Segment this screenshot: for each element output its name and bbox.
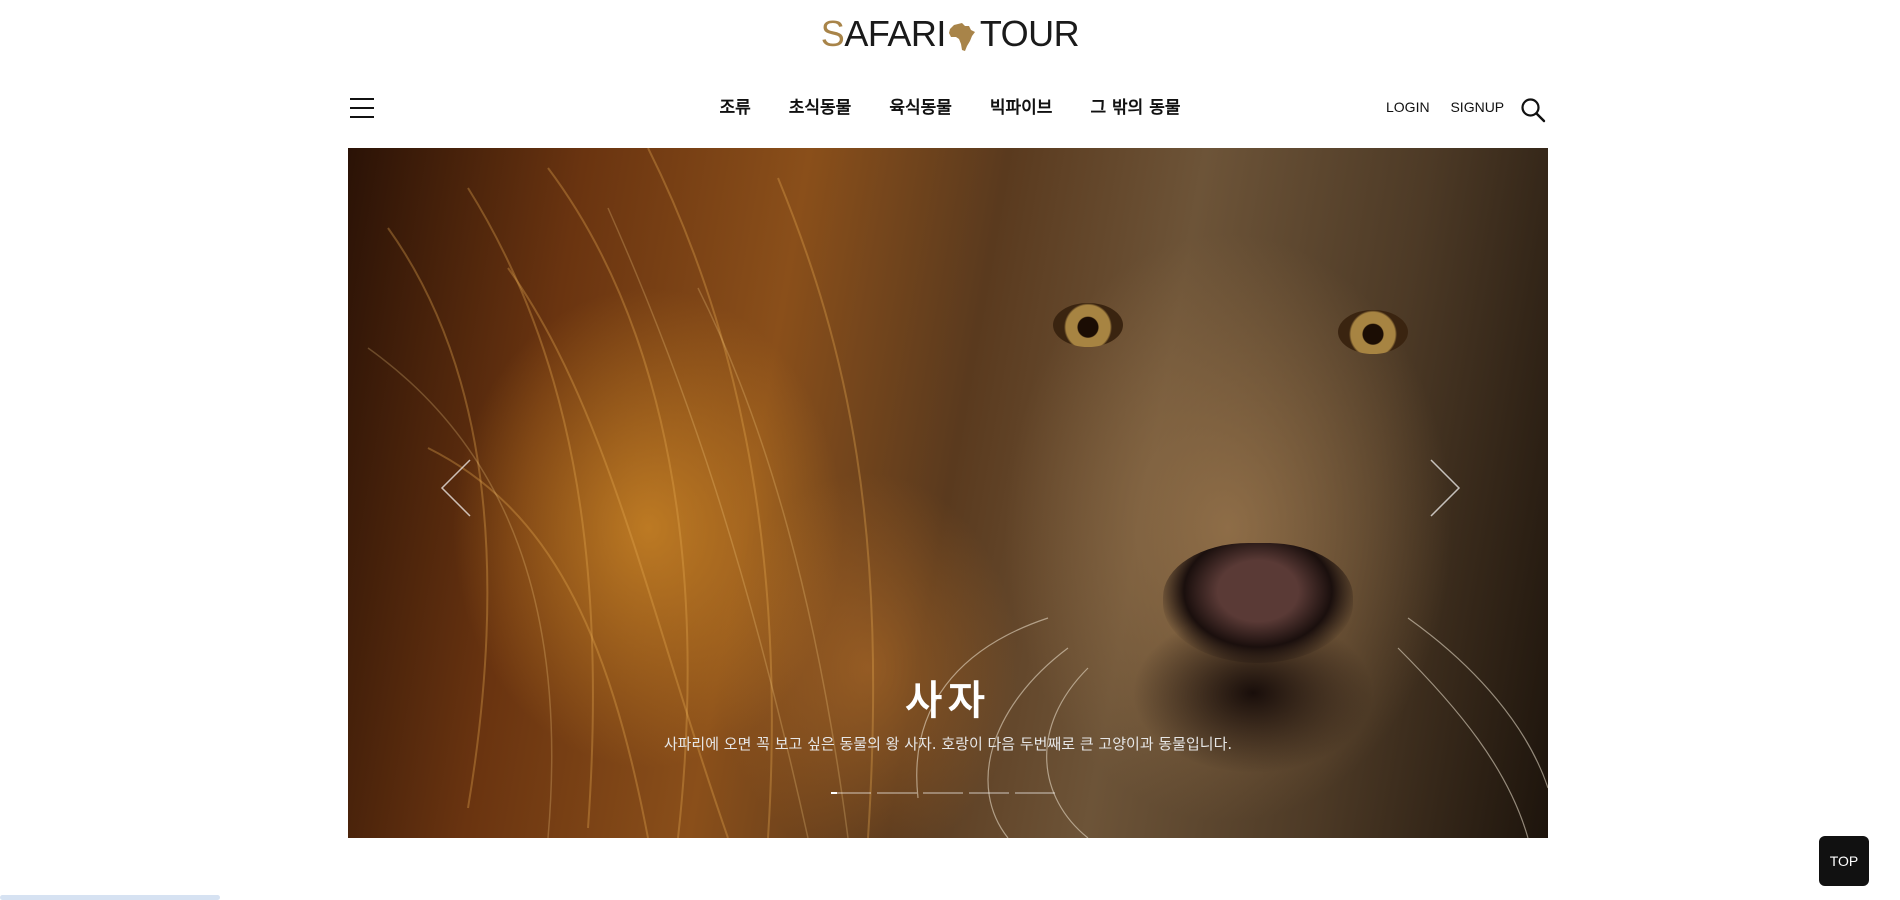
logo-text-first: AFARI [844,13,946,54]
signup-link[interactable]: SIGNUP [1450,99,1504,115]
bottom-progress-bar [0,895,220,900]
slider-pagination [831,792,1061,794]
slider-dot[interactable] [877,792,917,794]
chevron-left-icon[interactable] [438,458,478,518]
lion-eye [1053,303,1123,347]
chevron-right-icon[interactable] [1423,458,1463,518]
slider-dot[interactable] [831,792,871,794]
slider-dot[interactable] [1015,792,1055,794]
nav-item-big-five[interactable]: 빅파이브 [990,96,1053,120]
login-link[interactable]: LOGIN [1386,99,1430,115]
slide-description: 사파리에 오면 꼭 보고 싶은 동물의 왕 사자. 호랑이 다음 두번째로 큰 … [663,735,1233,753]
logo-first-letter: S [820,13,845,54]
hero-slider: 사자 사파리에 오면 꼭 보고 싶은 동물의 왕 사자. 호랑이 다음 두번째로… [348,148,1548,838]
search-icon[interactable] [1520,97,1546,123]
main-nav: 조류 초식동물 육식동물 빅파이브 그 밖의 동물 [0,96,1900,120]
site-logo[interactable]: SAFARI TOUR [0,14,1900,60]
scroll-top-button[interactable]: TOP [1819,836,1869,886]
africa-icon [948,20,976,60]
slide-title: 사자 [905,678,991,724]
nav-item-birds[interactable]: 조류 [719,96,750,120]
slider-dot[interactable] [923,792,963,794]
util-links: LOGIN SIGNUP [1386,99,1521,115]
nav-item-carnivores[interactable]: 육식동물 [889,96,952,120]
nav-item-herbivores[interactable]: 초식동물 [789,96,852,120]
slider-dot[interactable] [969,792,1009,794]
logo-text-second: TOUR [979,13,1080,54]
lion-nose [1163,543,1353,663]
nav-item-other-animals[interactable]: 그 밖의 동물 [1090,96,1180,120]
lion-eye [1338,310,1408,354]
